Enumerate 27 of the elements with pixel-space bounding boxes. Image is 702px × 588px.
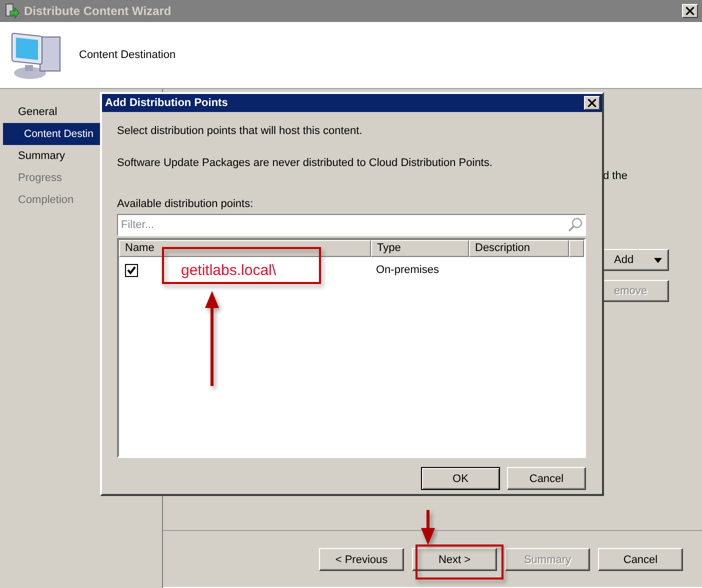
- dialog-button[interactable]: Cancel: [507, 467, 586, 490]
- caret-icon: [654, 258, 662, 262]
- column-header[interactable]: Type: [371, 240, 469, 257]
- page-title: Content Destination: [79, 49, 176, 61]
- close-button[interactable]: [682, 4, 698, 18]
- list-label: Available distribution points:: [117, 197, 254, 211]
- window-title: Distribute Content Wizard: [24, 4, 172, 18]
- note-text: Software Update Packages are never distributed to Cloud Distribution Points.: [117, 156, 494, 170]
- checkbox[interactable]: [125, 264, 138, 276]
- column-header[interactable]: Description: [469, 240, 569, 257]
- filter-field[interactable]: Filter...: [117, 214, 586, 236]
- search-icon: [567, 217, 583, 233]
- nav-button[interactable]: < Previous: [319, 548, 404, 571]
- dialog-title: Add Distribution Points: [105, 97, 229, 109]
- arrow: [421, 510, 435, 545]
- table-cell: getitlabs.local\: [181, 262, 276, 278]
- wizard-icon: [4, 3, 20, 19]
- close-icon: [588, 99, 596, 107]
- close-button[interactable]: [584, 96, 600, 110]
- dialog-button[interactable]: OK: [421, 467, 500, 490]
- column-header[interactable]: Name: [119, 240, 371, 257]
- nav-button[interactable]: Cancel: [598, 548, 683, 571]
- add-button[interactable]: Add: [603, 249, 669, 271]
- nav-button[interactable]: Next >: [412, 548, 497, 571]
- table-cell-text: On-premises: [375, 264, 440, 276]
- column-header[interactable]: [569, 240, 584, 257]
- close-icon: [686, 7, 694, 15]
